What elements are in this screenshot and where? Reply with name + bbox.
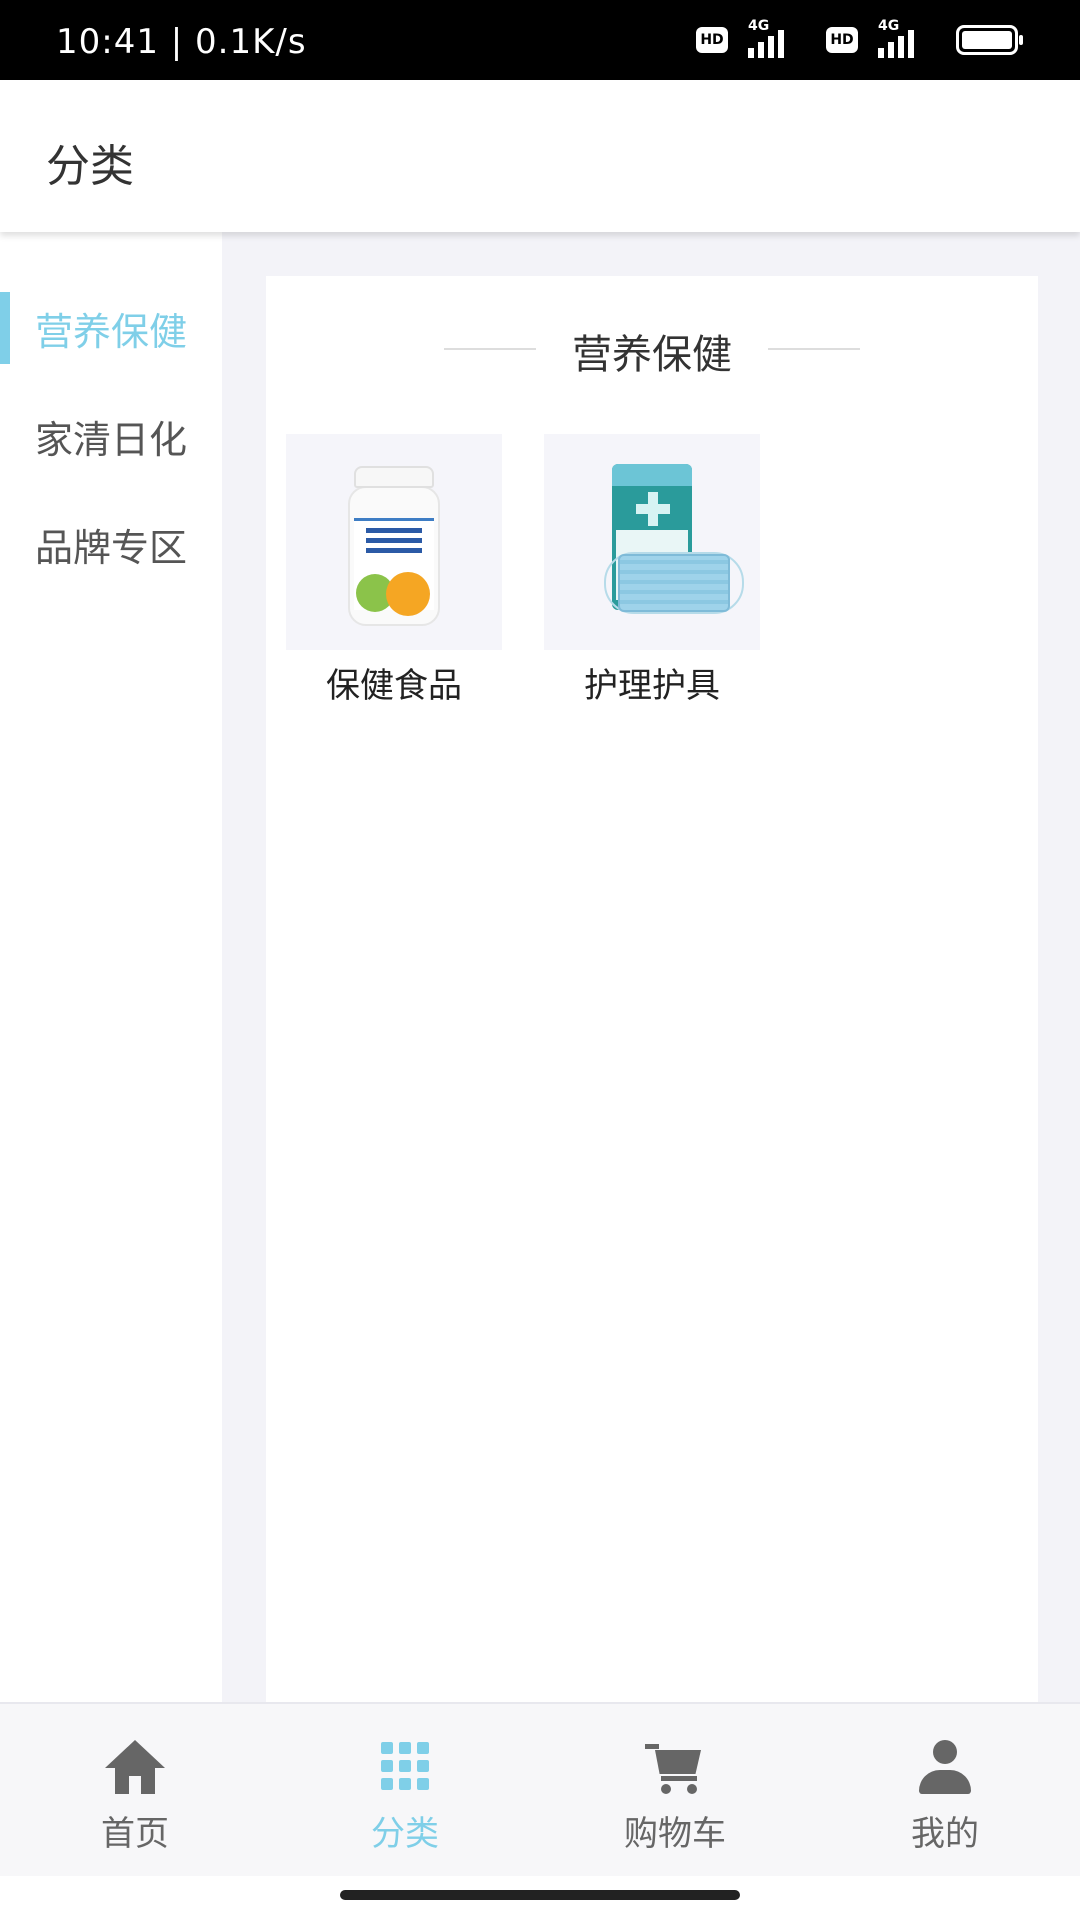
product-label: 护理护具 [584,666,720,706]
nav-label: 购物车 [624,1814,726,1854]
nav-item-profile[interactable]: 我的 [810,1704,1080,1878]
status-time-speed: 10:41 | 0.1K/s [56,22,307,62]
status-bar: 10:41 | 0.1K/s HD 4G HD 4G [0,0,1080,80]
sidebar-item-household[interactable]: 家清日化 [0,400,222,472]
nav-label: 首页 [101,1814,169,1854]
hd-icon: HD [826,27,858,53]
face-mask-icon [544,434,760,650]
nav-label: 我的 [911,1814,979,1854]
product-tile-health-food[interactable]: 保健食品 [286,434,502,707]
sidebar-item-label: 营养保健 [34,309,187,354]
nav-item-category[interactable]: 分类 [270,1704,540,1878]
user-icon [913,1736,977,1800]
signal-icon: 4G [742,18,812,58]
app-header: 分类 [0,80,1080,232]
sidebar-item-label: 家清日化 [34,417,187,462]
status-icons: HD 4G HD 4G [696,18,1023,58]
sidebar-item-brands[interactable]: 品牌专区 [0,508,222,580]
nav-label: 分类 [371,1814,439,1854]
sidebar-item-nutrition[interactable]: 营养保健 [0,292,222,364]
sidebar-item-label: 品牌专区 [34,525,187,570]
hd-icon: HD [696,27,728,53]
product-label: 保健食品 [326,666,462,706]
nav-item-home[interactable]: 首页 [0,1704,270,1878]
page-title: 分类 [46,141,134,192]
category-sidebar: 营养保健 家清日化 品牌专区 [0,232,222,1702]
cart-icon [643,1736,707,1800]
active-indicator [0,292,10,364]
battery-icon [956,25,1023,55]
signal-icon: 4G [872,18,942,58]
home-indicator[interactable] [340,1890,740,1900]
vitamin-bottle-icon [286,434,502,650]
home-icon [103,1736,167,1800]
product-tile-care-products[interactable]: 护理护具 [544,434,760,707]
divider-line [768,348,860,350]
bottom-nav: 首页 分类 购物车 我的 [0,1702,1080,1876]
grid-icon [373,1736,437,1800]
category-card: 营养保健 保健食品 护理护具 [266,276,1038,1702]
section-title: 营养保健 [572,332,732,378]
nav-item-cart[interactable]: 购物车 [540,1704,810,1878]
